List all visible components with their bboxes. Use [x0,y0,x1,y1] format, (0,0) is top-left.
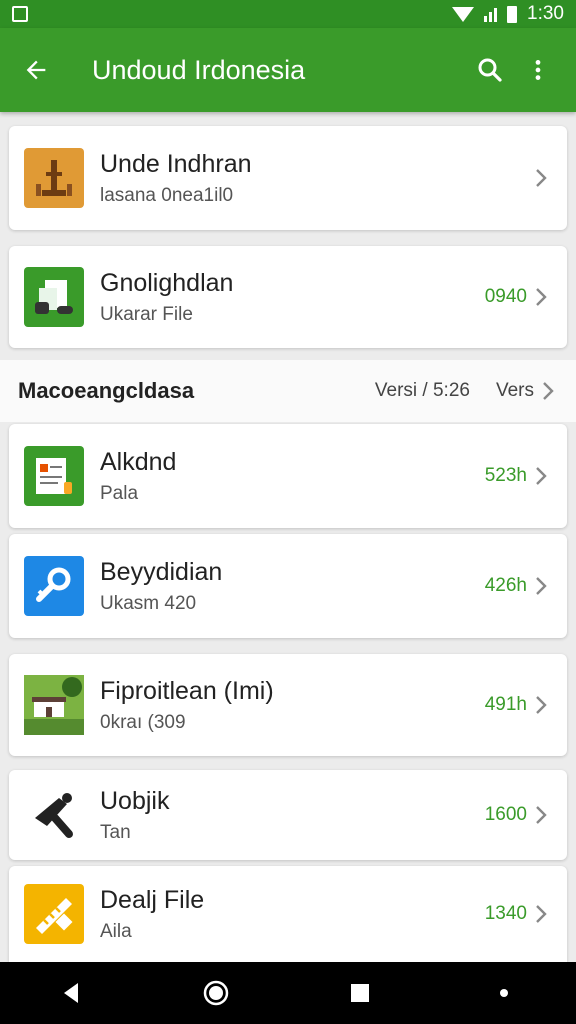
item-value: 426h [484,575,527,596]
item-title: Beyydidian [100,558,223,586]
section-more-link[interactable]: Vers [496,380,534,402]
item-title: Fiproitlean (Imi) [100,677,274,705]
ruler-icon [24,884,84,944]
item-subtitle: Ukarar File [100,304,193,325]
item-title: Uobjik [100,787,170,815]
chevron-right-icon [531,287,551,307]
wifi-icon [452,6,475,22]
search-icon [478,58,502,82]
section-header: Macoeangcldasa Versi / 5:26 Vers [0,360,576,422]
page-title: Undoud Irdonesia [92,54,306,85]
item-subtitle: 0kraı (309 [100,712,186,733]
item-value: 1600 [484,804,527,825]
overflow-menu-button[interactable] [518,50,558,90]
item-subtitle: lasana 0nea1il0 [100,185,234,206]
list-item[interactable]: Beyydidian Ukasm 420 426h [9,534,567,638]
item-value: 523h [484,465,527,486]
item-subtitle: Aila [100,921,132,942]
item-title: Alkdnd [100,448,177,476]
triangle-back-icon [64,983,78,1003]
notification-icon [12,6,28,22]
dot-icon [500,989,508,997]
documents-icon [24,267,84,327]
list-item[interactable]: Alkdnd Pala 523h [9,424,567,528]
chevron-right-icon [531,466,551,486]
tools-icon [24,785,84,845]
nav-recents-button[interactable] [335,968,385,1018]
item-value: 0940 [484,286,527,307]
back-button[interactable] [18,52,54,88]
list-item[interactable]: Dealj File Aila 1340 [9,866,567,962]
nav-home-button[interactable] [191,968,241,1018]
status-time: 1:30 [527,3,564,24]
tower-icon [24,148,84,208]
app-bar: Undoud Irdonesia [0,28,576,112]
item-title: Dealj File [100,886,205,914]
battery-icon [507,5,518,23]
chevron-right-icon [531,695,551,715]
more-vert-icon [535,60,541,80]
item-subtitle: Tan [100,822,131,843]
list-item[interactable]: Uobjik Tan 1600 [9,770,567,860]
item-value: 491h [484,694,527,715]
list-item[interactable]: Gnolighdlan Ukarar File 0940 [9,246,567,348]
arrow-left-icon [26,60,46,80]
signal-icon [484,6,498,22]
system-nav-bar [0,962,576,1024]
chevron-right-icon [531,904,551,924]
list-item[interactable]: Unde Indhran lasana 0nea1il0 [9,126,567,230]
item-value: 1340 [484,903,527,924]
nav-dot-button[interactable] [479,968,529,1018]
chevron-right-icon [538,381,558,401]
item-title: Gnolighdlan [100,269,234,297]
status-bar: 1:30 [0,0,576,28]
circle-home-icon [203,980,229,1006]
search-button[interactable] [470,50,510,90]
chevron-right-icon [531,805,551,825]
section-title: Macoeangcldasa [18,378,195,403]
section-version: Versi / 5:26 [374,380,470,401]
item-subtitle: Pala [100,483,139,504]
certificate-icon [24,446,84,506]
square-recents-icon [351,984,369,1002]
item-subtitle: Ukasm 420 [100,593,197,614]
house-icon [24,675,84,735]
chevron-right-icon [531,168,551,188]
chevron-right-icon [531,576,551,596]
nav-back-button[interactable] [47,968,97,1018]
list-item[interactable]: Fiproitlean (Imi) 0kraı (309 491h [9,654,567,756]
key-search-icon [24,556,84,616]
item-title: Unde Indhran [100,150,252,178]
